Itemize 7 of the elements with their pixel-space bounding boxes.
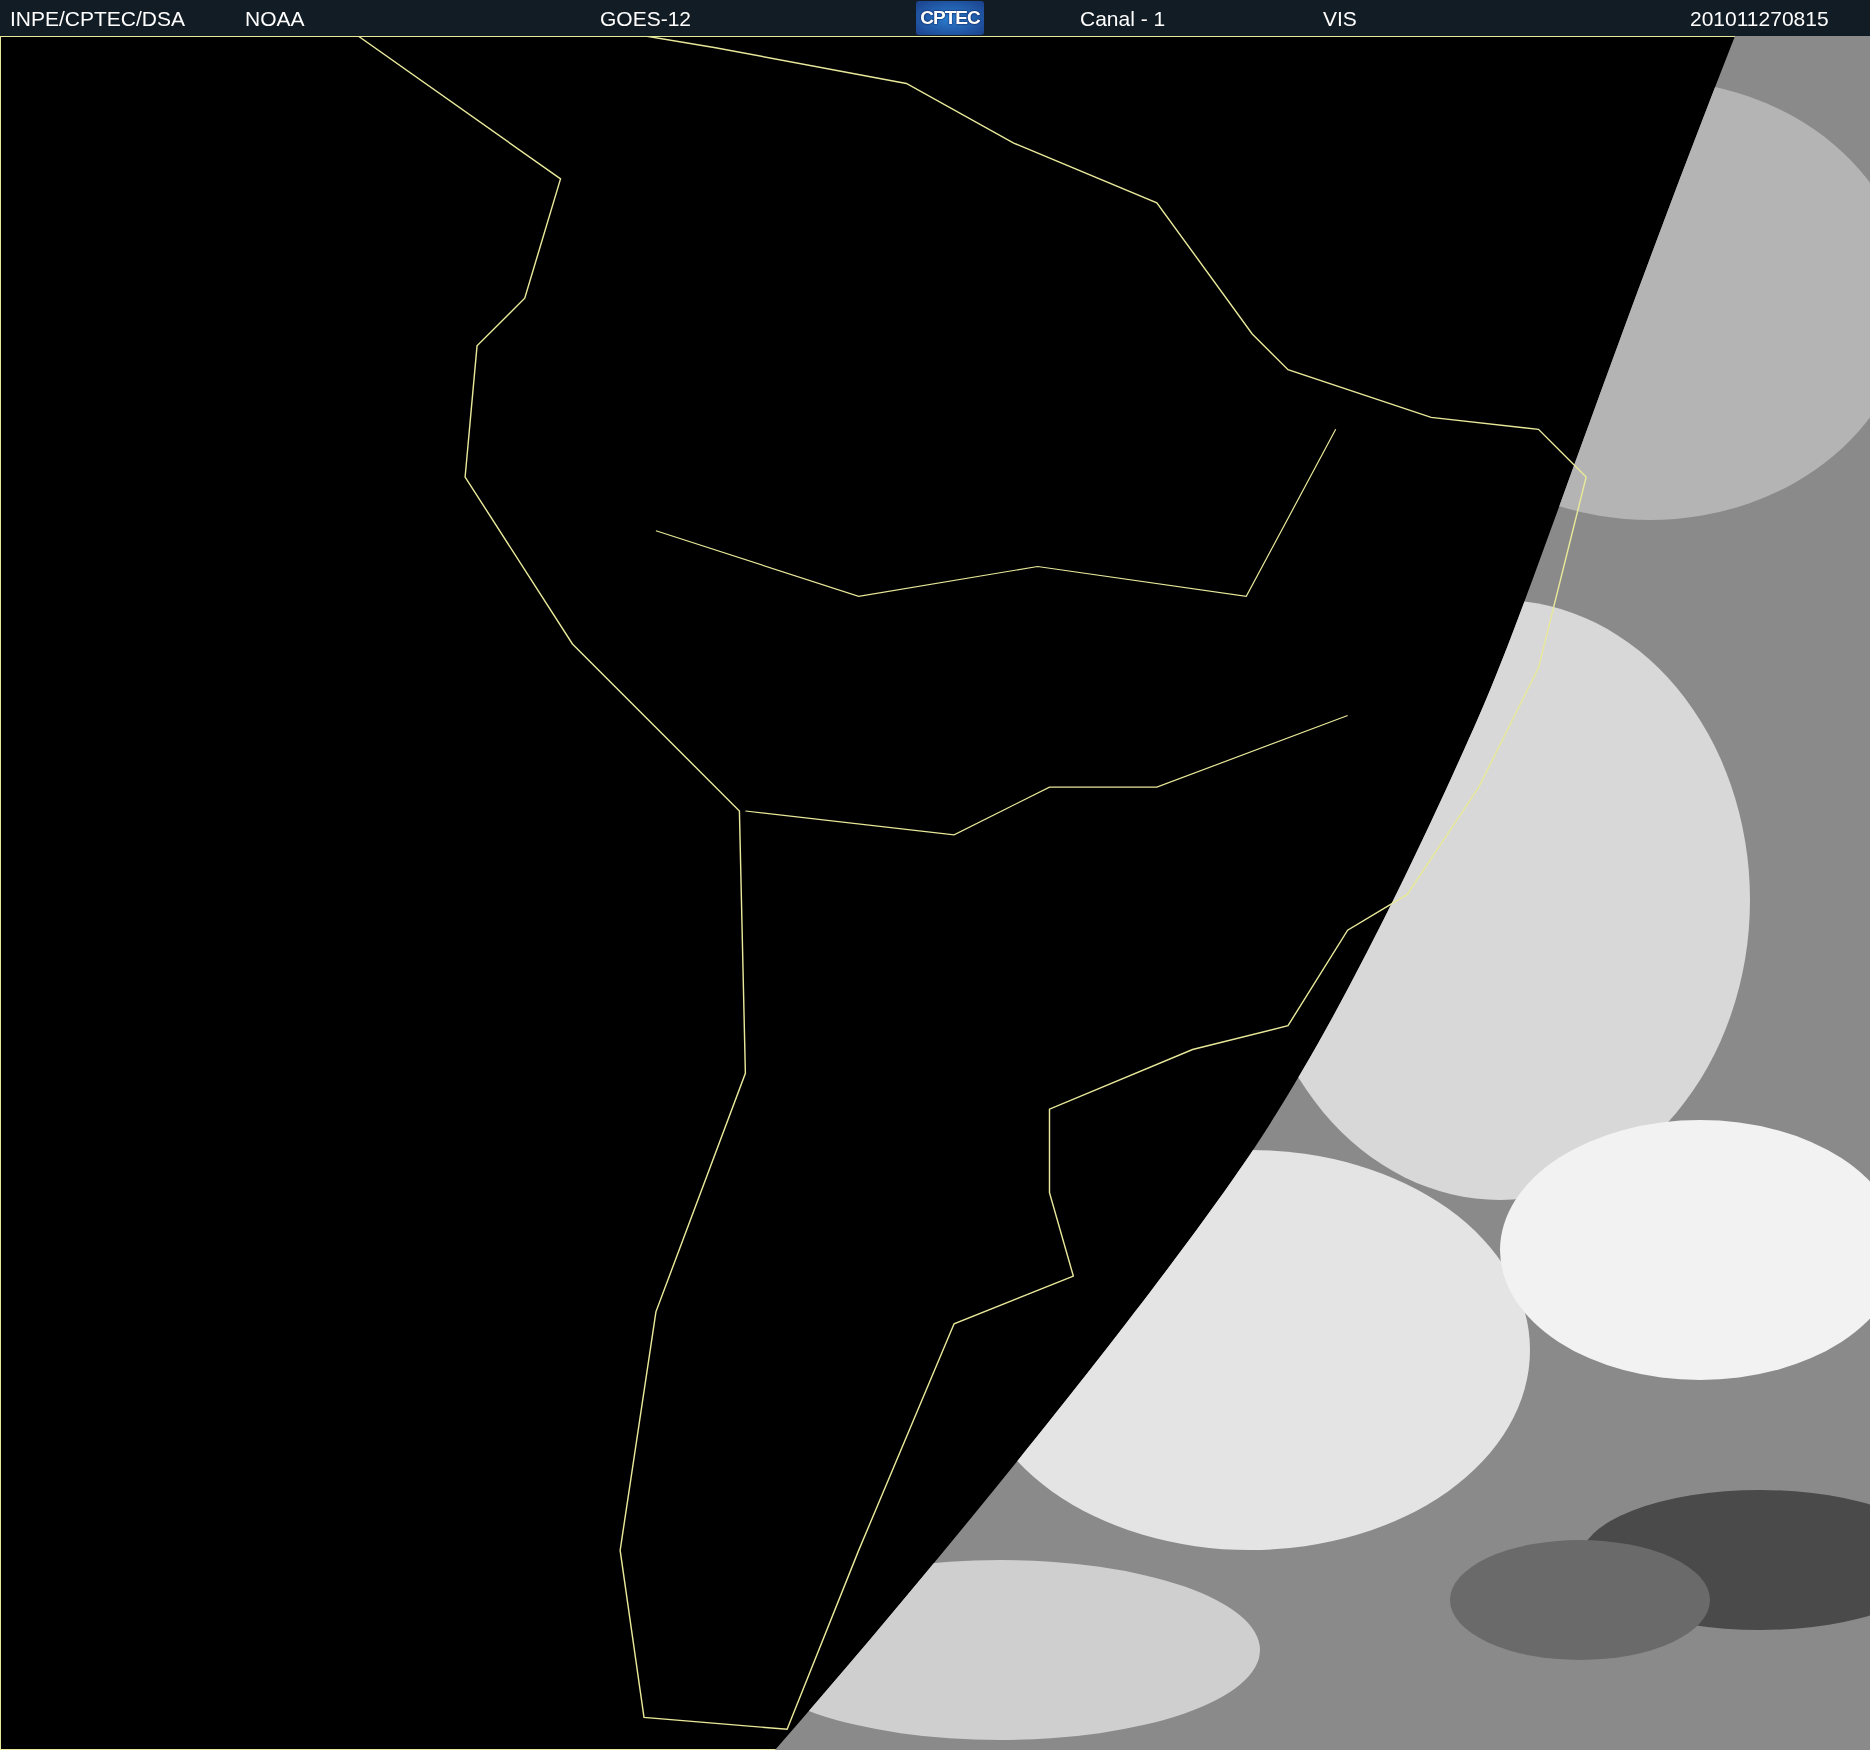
channel-label: Canal - 1: [1080, 7, 1166, 31]
agency-label: NOAA: [245, 7, 305, 31]
timestamp-label: 201011270815: [1690, 7, 1829, 31]
band-label: VIS: [1323, 7, 1357, 31]
source-label: INPE/CPTEC/DSA: [10, 7, 186, 31]
logo: CPTEC: [916, 1, 984, 35]
satellite-label: GOES-12: [600, 7, 692, 31]
